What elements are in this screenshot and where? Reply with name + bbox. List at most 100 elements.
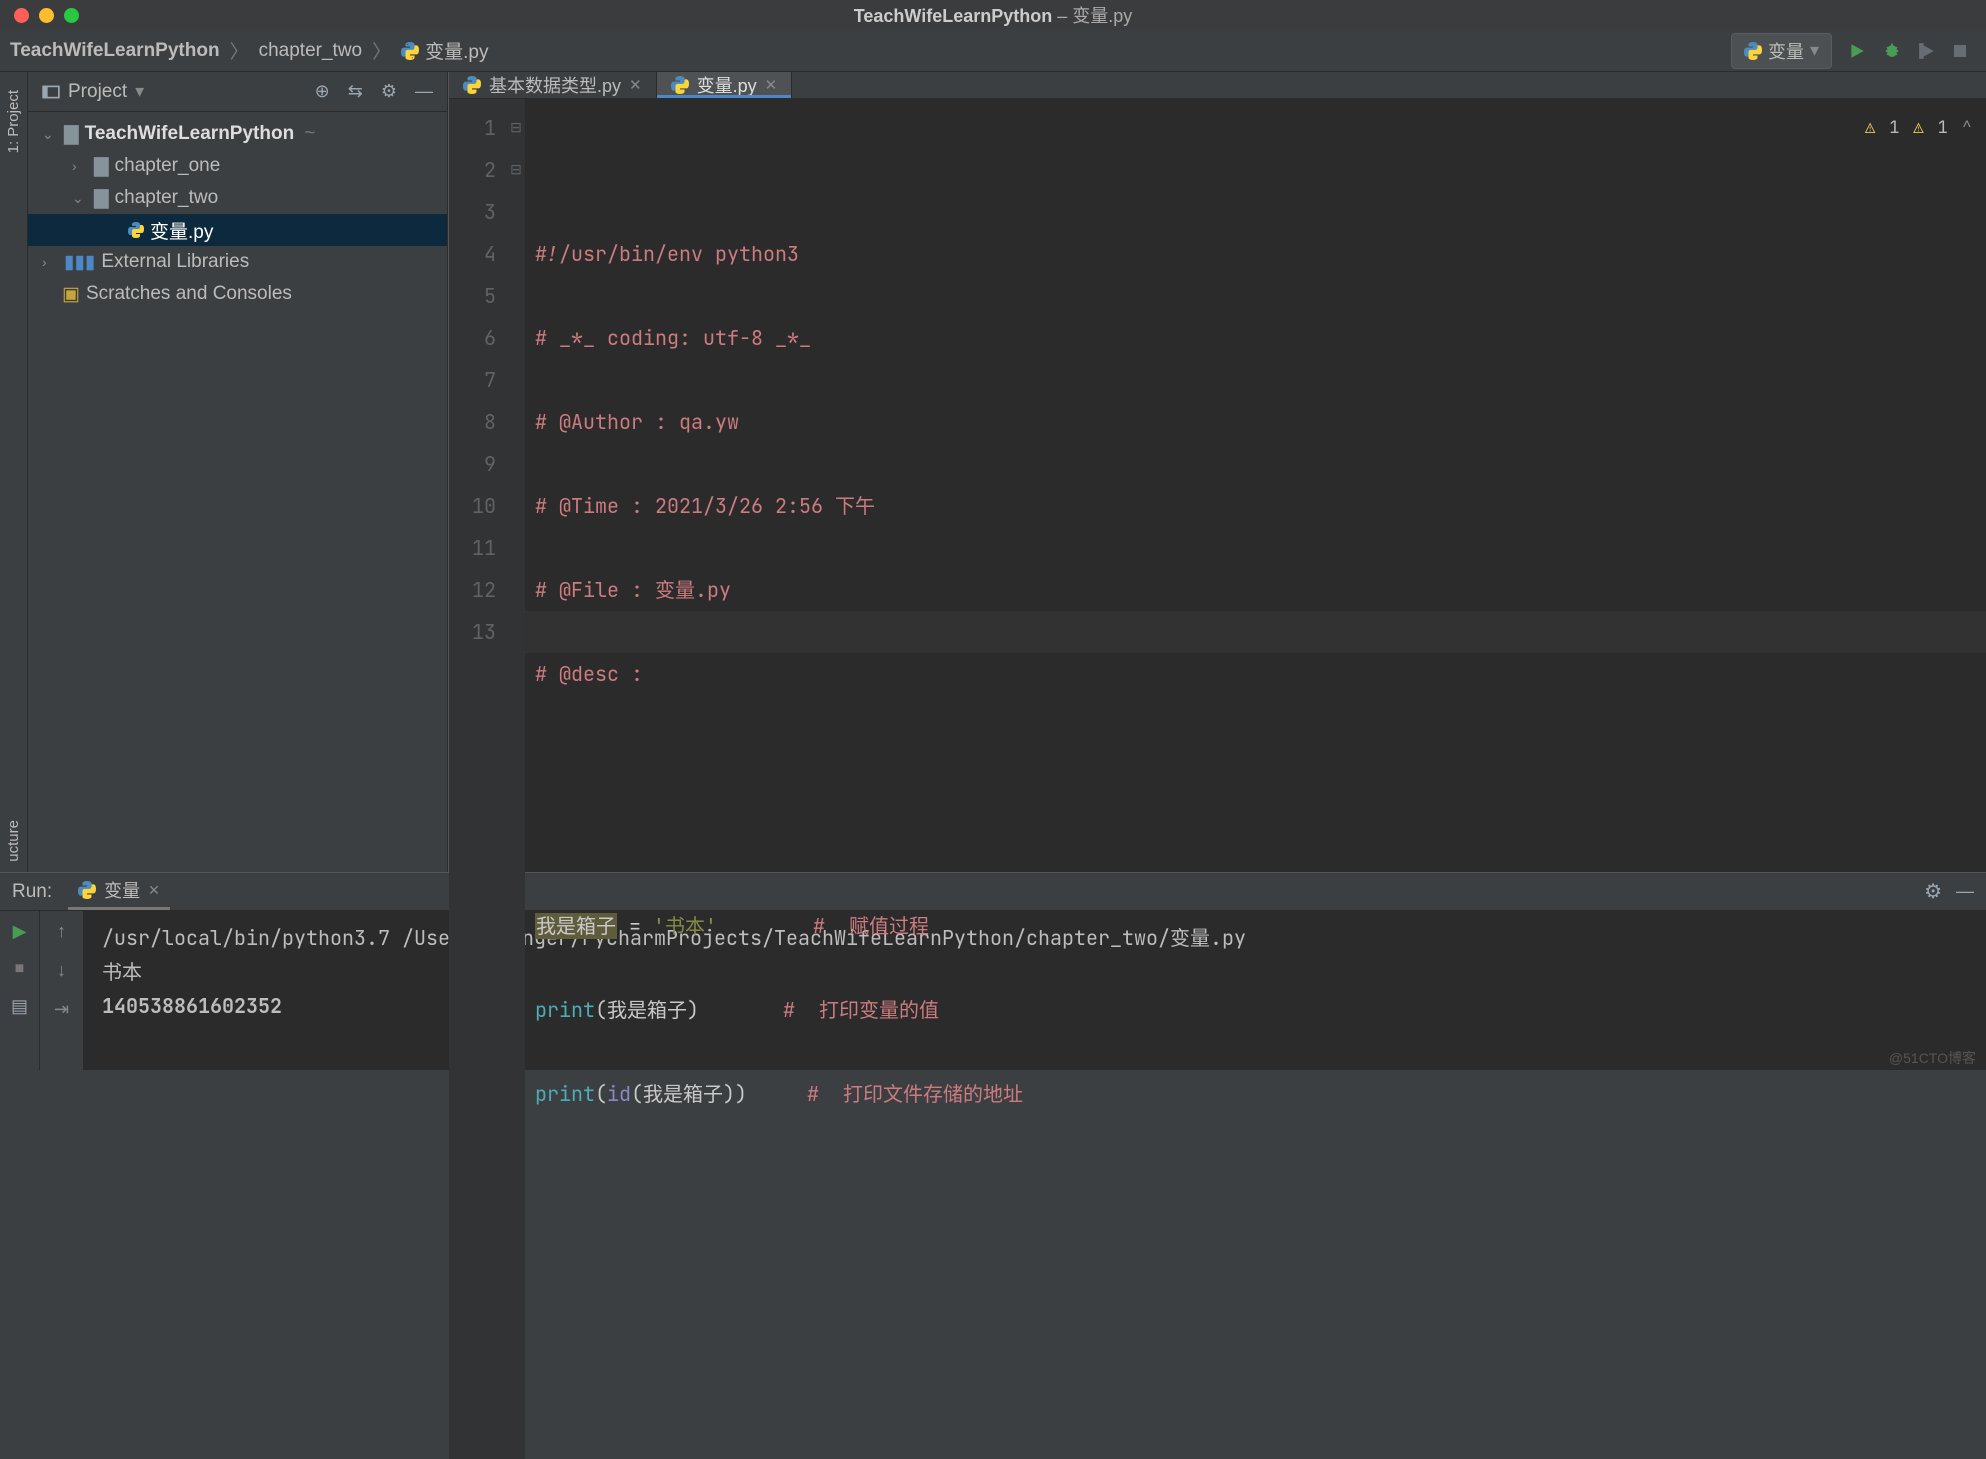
main-area: 1: Project ucture Project ▾ ⊕ ⇆ ⚙ — ⌄ ▇ … [0,72,1986,872]
coverage-button[interactable] [1918,42,1936,60]
folder-icon: ▇ [94,155,109,178]
chevron-right-icon[interactable]: › [42,254,58,270]
run-toolbar-primary: ▶ ■ ▤ [0,911,40,1070]
line-number[interactable]: 6 [449,317,496,359]
run-config-label: 变量 [1768,38,1804,64]
tree-node-folder[interactable]: › ▇ chapter_one [28,150,447,182]
close-icon[interactable]: ✕ [148,882,160,899]
inspection-widget[interactable]: ⚠ 1 ⚠ 1 ^ [1865,107,1972,149]
line-number[interactable]: 7 [449,359,496,401]
breadcrumb-root[interactable]: TeachWifeLearnPython [10,40,220,62]
code-area[interactable]: 1 2 3 4 5 6 7 8 9 10 11 12 13 ⊟⊟ #!/usr/… [449,99,1986,1459]
close-tab-icon[interactable]: ✕ [765,76,778,94]
stop-button[interactable]: ■ [15,960,25,978]
python-file-icon [78,881,96,899]
warning-icon: ⚠ [1865,107,1875,149]
project-panel: Project ▾ ⊕ ⇆ ⚙ — ⌄ ▇ TeachWifeLearnPyth… [28,72,448,872]
structure-tool-tab[interactable]: ucture [5,810,22,872]
tree-label: TeachWifeLearnPython [85,123,295,145]
line-number-gutter[interactable]: 1 2 3 4 5 6 7 8 9 10 11 12 13 [449,99,507,1459]
tab-label: 基本数据类型.py [489,72,621,98]
tree-label: chapter_two [115,187,219,209]
tree-node-file[interactable]: 变量.py [28,214,447,246]
run-toolbar-secondary: ↑ ↓ ⇥ [40,911,84,1070]
left-tool-strip: 1: Project ucture [0,72,28,872]
locate-icon[interactable]: ⊕ [315,81,330,102]
tree-label: 变量.py [150,217,213,244]
project-panel-title[interactable]: Project [68,81,127,103]
line-number[interactable]: 10 [449,485,496,527]
tab-label: 变量.py [697,72,757,98]
line-number[interactable]: 8 [449,401,496,443]
toolbar-right: 变量 ▾ [1731,33,1976,69]
project-tool-tab[interactable]: 1: Project [5,80,22,163]
run-title: Run: [12,881,52,903]
chevron-down-icon[interactable]: ⌄ [42,126,58,143]
rerun-button[interactable]: ▶ [13,921,27,942]
editor-tab-active[interactable]: 变量.py ✕ [657,72,793,98]
chevron-right-icon[interactable]: › [72,158,88,174]
project-panel-header: Project ▾ ⊕ ⇆ ⚙ — [28,72,447,112]
close-window-button[interactable] [14,8,29,23]
up-icon[interactable]: ↑ [57,921,66,942]
breadcrumb: TeachWifeLearnPython 〉 chapter_two 〉 变量.… [10,37,488,64]
chevron-down-icon: ▾ [1810,40,1819,61]
warning-count: 1 [1938,107,1948,149]
gear-icon[interactable]: ⚙ [381,81,397,102]
debug-button[interactable] [1882,41,1902,61]
chevron-up-icon[interactable]: ^ [1962,107,1972,149]
layout-icon[interactable]: ▤ [11,996,28,1017]
fold-margin[interactable]: ⊟⊟ [507,99,525,1459]
line-number[interactable]: 5 [449,275,496,317]
project-view-icon [42,83,60,101]
window-controls [0,8,79,23]
maximize-window-button[interactable] [64,8,79,23]
scratches-icon: ▣ [62,283,80,306]
soft-wrap-icon[interactable]: ⇥ [54,999,69,1020]
run-configuration-select[interactable]: 变量 ▾ [1731,33,1832,69]
line-number[interactable]: 13 [449,611,496,653]
close-tab-icon[interactable]: ✕ [629,76,642,94]
breadcrumb-folder[interactable]: chapter_two [259,40,363,62]
line-number[interactable]: 12 [449,569,496,611]
python-file-icon [401,42,419,60]
window-title-file: 变量.py [1072,6,1132,26]
line-number[interactable]: 2 [449,149,496,191]
hide-icon[interactable]: — [415,81,433,102]
down-icon[interactable]: ↓ [57,960,66,981]
run-tab-label: 变量 [104,877,140,903]
breadcrumb-separator: 〉 [230,37,249,64]
warning-icon: ⚠ [1913,107,1923,149]
stop-button[interactable] [1952,43,1968,59]
titlebar: TeachWifeLearnPython – 变量.py [0,0,1986,30]
tree-node-folder[interactable]: ⌄ ▇ chapter_two [28,182,447,214]
line-number[interactable]: 3 [449,191,496,233]
tree-node-external-libraries[interactable]: › ▮▮▮ External Libraries [28,246,447,278]
tree-node-root[interactable]: ⌄ ▇ TeachWifeLearnPython ~ [28,118,447,150]
tree-label: External Libraries [101,251,249,273]
window-title-project: TeachWifeLearnPython [854,6,1053,26]
tree-node-scratches[interactable]: ▣ Scratches and Consoles [28,278,447,310]
editor-tab[interactable]: 基本数据类型.py ✕ [449,72,657,98]
minimize-window-button[interactable] [39,8,54,23]
tree-label: chapter_one [115,155,221,177]
line-number[interactable]: 4 [449,233,496,275]
code-content[interactable]: #!/usr/bin/env python3 # _*_ coding: utf… [525,99,1986,1459]
editor: 基本数据类型.py ✕ 变量.py ✕ 1 2 3 4 5 6 7 8 9 10 [448,72,1986,872]
run-tab[interactable]: 变量 ✕ [68,873,170,910]
collapse-icon[interactable]: ⇆ [348,81,363,102]
breadcrumb-separator: 〉 [372,37,391,64]
chevron-down-icon[interactable]: ⌄ [72,190,88,207]
chevron-down-icon[interactable]: ▾ [135,81,144,102]
python-file-icon [463,76,481,94]
warning-count: 1 [1889,107,1899,149]
line-number[interactable]: 9 [449,443,496,485]
python-file-icon [671,76,689,94]
breadcrumb-file[interactable]: 变量.py [425,37,488,64]
line-number[interactable]: 1 [449,107,496,149]
navigation-bar: TeachWifeLearnPython 〉 chapter_two 〉 变量.… [0,30,1986,72]
window-title: TeachWifeLearnPython – 变量.py [854,2,1133,28]
line-number[interactable]: 11 [449,527,496,569]
folder-icon: ▇ [94,187,109,210]
run-button[interactable] [1848,42,1866,60]
